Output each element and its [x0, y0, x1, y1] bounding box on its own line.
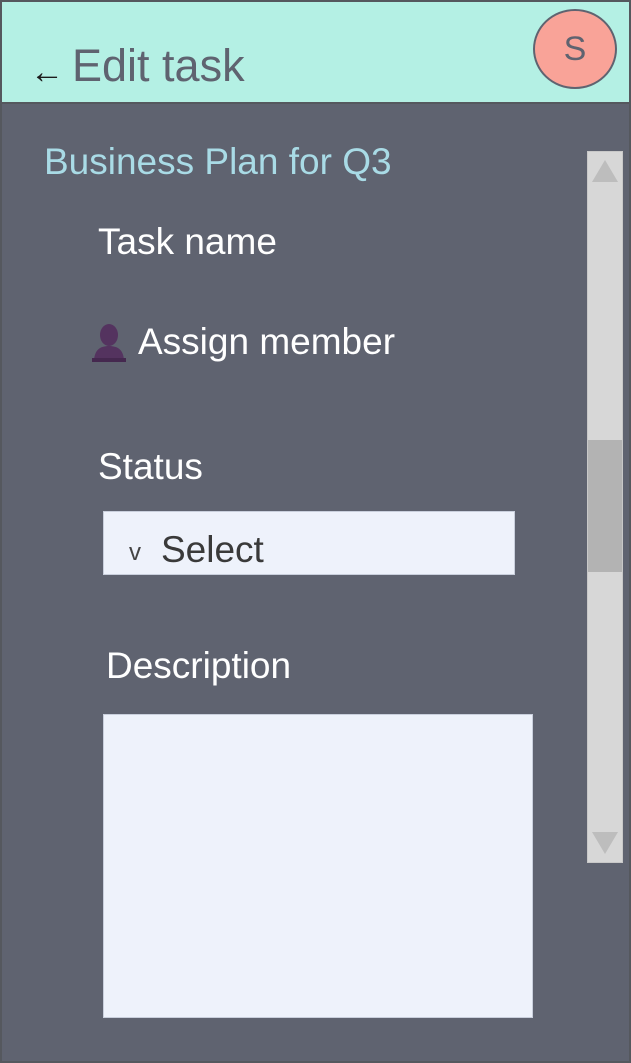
- page-title: Edit task: [72, 40, 245, 91]
- back-arrow-icon[interactable]: ←: [30, 52, 64, 92]
- scroll-up-arrow-icon[interactable]: [592, 160, 618, 182]
- edit-task-window: ← Edit task S Business Plan for Q3 Task …: [0, 0, 631, 1063]
- status-label: Status: [98, 446, 203, 487]
- description-field[interactable]: [103, 714, 533, 1018]
- avatar-initial: S: [563, 29, 587, 68]
- status-select-value: Select: [161, 529, 264, 570]
- description-label: Description: [106, 645, 292, 686]
- status-select[interactable]: v Select: [103, 511, 515, 575]
- vertical-scrollbar[interactable]: [587, 151, 623, 863]
- user-avatar[interactable]: S: [533, 9, 617, 89]
- person-icon: [90, 322, 128, 362]
- scrollbar-thumb[interactable]: [588, 440, 622, 572]
- task-name-label[interactable]: Task name: [98, 220, 277, 264]
- assign-member-label: Assign member: [138, 321, 396, 362]
- project-name: Business Plan for Q3: [44, 141, 392, 182]
- app-header: ← Edit task S: [2, 2, 629, 104]
- chevron-down-icon: v: [129, 539, 141, 566]
- assign-member-button[interactable]: Assign member: [90, 320, 395, 364]
- scroll-down-arrow-icon[interactable]: [592, 832, 618, 854]
